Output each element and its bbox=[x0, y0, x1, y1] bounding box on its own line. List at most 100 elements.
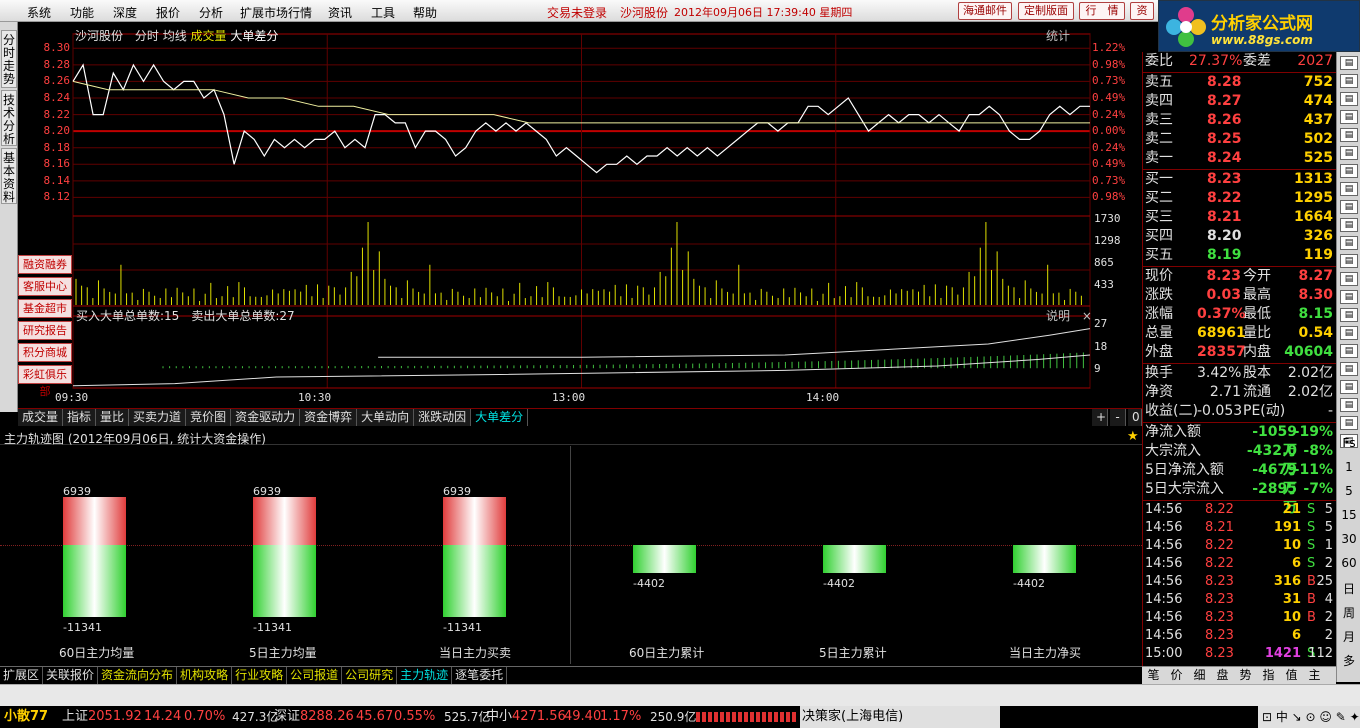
tab-company-news[interactable]: 公司报道 bbox=[287, 667, 343, 684]
tab-trend[interactable]: 势 bbox=[1234, 667, 1257, 684]
tab-rise-fall-cause[interactable]: 涨跌动因 bbox=[414, 409, 472, 426]
menu-tools[interactable]: 工具 bbox=[371, 4, 395, 21]
tab-tick[interactable]: 笔 bbox=[1142, 667, 1165, 684]
toolbar-chart-icon[interactable]: ▤ bbox=[1340, 164, 1358, 178]
star-icon[interactable]: ★ bbox=[1127, 429, 1139, 444]
period-button[interactable]: 月 bbox=[1337, 628, 1360, 645]
toolbar-chart-icon[interactable]: ▤ bbox=[1340, 74, 1358, 88]
period-button[interactable]: 1 bbox=[1337, 460, 1360, 474]
data-button[interactable]: 资 bbox=[1130, 2, 1154, 20]
buy-level[interactable]: 买五 8.19 119 bbox=[1145, 246, 1335, 265]
zoom-reset-button[interactable]: 0 bbox=[1128, 409, 1142, 426]
toolbar-chart-icon[interactable]: ▤ bbox=[1340, 344, 1358, 358]
period-button[interactable]: 周 bbox=[1337, 604, 1360, 621]
menu-system[interactable]: 系统 bbox=[27, 4, 51, 21]
menu-function[interactable]: 功能 bbox=[70, 4, 94, 21]
tab-big-order-trend[interactable]: 大单动向 bbox=[357, 409, 415, 426]
percent-tick: 0.49% bbox=[1092, 157, 1126, 171]
tab-related-quote[interactable]: 关联报价 bbox=[43, 667, 99, 684]
stat-button[interactable]: 统计 bbox=[1046, 27, 1070, 44]
toolbar-chart-icon[interactable]: ▤ bbox=[1340, 146, 1358, 160]
period-button[interactable]: 60 bbox=[1337, 556, 1360, 570]
intraday-chart[interactable] bbox=[18, 22, 1142, 408]
toolbar-chart-icon[interactable]: ▤ bbox=[1340, 218, 1358, 232]
toolbar-chart-icon[interactable]: ▤ bbox=[1340, 200, 1358, 214]
sell-level[interactable]: 卖三 8.26 437 bbox=[1145, 111, 1335, 130]
extension-tabs: 扩展区 关联报价 资金流向分布 机构攻略 行业攻略 公司报道 公司研究 主力轨迹 逐笔委托 bbox=[0, 666, 1142, 684]
tab-main-force[interactable]: 主力轨迹 bbox=[397, 667, 453, 684]
stat-value: 0.37% bbox=[1197, 306, 1246, 322]
tab-book[interactable]: 盘 bbox=[1211, 667, 1234, 684]
menu-quote[interactable]: 报价 bbox=[156, 4, 180, 21]
sell-level[interactable]: 卖四 8.27 474 bbox=[1145, 92, 1335, 111]
sell-level[interactable]: 卖一 8.24 525 bbox=[1145, 149, 1335, 168]
zoom-out-button[interactable]: - bbox=[1110, 409, 1126, 426]
tab-technical[interactable]: 技术分析 bbox=[1, 90, 17, 146]
zoom-in-button[interactable]: + bbox=[1092, 409, 1108, 426]
tab-price[interactable]: 价 bbox=[1165, 667, 1188, 684]
toolbar-chart-icon[interactable]: ▤ bbox=[1340, 110, 1358, 124]
tab-indicator[interactable]: 指标 bbox=[63, 409, 97, 426]
close-icon[interactable]: × bbox=[1082, 309, 1092, 323]
tab-fundamental[interactable]: 基本资料 bbox=[1, 148, 17, 204]
buy-level[interactable]: 买四 8.20 326 bbox=[1145, 227, 1335, 246]
menu-news[interactable]: 资讯 bbox=[328, 4, 352, 21]
tab-index[interactable]: 指 bbox=[1257, 667, 1280, 684]
toolbar-chart-icon[interactable]: ▤ bbox=[1340, 398, 1358, 412]
period-button[interactable]: 15 bbox=[1337, 508, 1360, 522]
toolbar-chart-icon[interactable]: ▤ bbox=[1340, 254, 1358, 268]
buy-level[interactable]: 买一 8.23 1313 bbox=[1145, 170, 1335, 189]
period-button[interactable]: 30 bbox=[1337, 532, 1360, 546]
tab-buy-sell-power[interactable]: 买卖力道 bbox=[129, 409, 187, 426]
quote-button[interactable]: 行 情 bbox=[1079, 2, 1125, 20]
toolbar-chart-icon[interactable]: ▤ bbox=[1340, 236, 1358, 250]
buy-level[interactable]: 买二 8.22 1295 bbox=[1145, 189, 1335, 208]
sell-level[interactable]: 卖二 8.25 502 bbox=[1145, 130, 1335, 149]
tab-tick-orders[interactable]: 逐笔委托 bbox=[452, 667, 508, 684]
user-name[interactable]: 小散77 bbox=[4, 706, 48, 728]
tab-detail[interactable]: 细 bbox=[1188, 667, 1211, 684]
menu-depth[interactable]: 深度 bbox=[113, 4, 137, 21]
tab-fund-drive[interactable]: 资金驱动力 bbox=[231, 409, 301, 426]
menu-analysis[interactable]: 分析 bbox=[199, 4, 223, 21]
buy-level[interactable]: 买三 8.21 1664 bbox=[1145, 208, 1335, 227]
indicator-note[interactable]: 说明 × bbox=[1046, 307, 1092, 324]
tab-intraday[interactable]: 分时走势 bbox=[1, 30, 17, 88]
tab-fund-game[interactable]: 资金博弈 bbox=[300, 409, 358, 426]
buy-level-name: 买三 bbox=[1145, 209, 1173, 225]
toolbar-chart-icon[interactable]: ▤ bbox=[1340, 182, 1358, 196]
tab-technical-label: 技术分析 bbox=[2, 93, 15, 146]
mail-button[interactable]: 海通邮件 bbox=[958, 2, 1012, 20]
period-button[interactable]: 多 bbox=[1337, 652, 1360, 669]
tab-big-order-diff[interactable]: 大单差分 bbox=[471, 409, 529, 426]
toolbar-chart-icon[interactable]: ▤ bbox=[1340, 380, 1358, 394]
menu-help[interactable]: 帮助 bbox=[413, 4, 437, 21]
toolbar-chart-icon[interactable]: ▤ bbox=[1340, 290, 1358, 304]
toolbar-chart-icon[interactable]: ▤ bbox=[1340, 308, 1358, 322]
tab-volume[interactable]: 成交量 bbox=[18, 409, 64, 426]
period-button[interactable]: Fs bbox=[1337, 436, 1360, 450]
tab-institution[interactable]: 机构攻略 bbox=[177, 667, 233, 684]
tab-extension[interactable]: 扩展区 bbox=[0, 667, 44, 684]
tab-main[interactable]: 主 bbox=[1303, 667, 1326, 684]
tab-industry[interactable]: 行业攻略 bbox=[232, 667, 288, 684]
toolbar-chart-icon[interactable]: ▤ bbox=[1340, 56, 1358, 70]
time-tick: 13:00 bbox=[552, 391, 586, 404]
toolbar-chart-icon[interactable]: ▤ bbox=[1340, 362, 1358, 376]
toolbar-chart-icon[interactable]: ▤ bbox=[1340, 272, 1358, 286]
tab-company-research[interactable]: 公司研究 bbox=[342, 667, 398, 684]
period-button[interactable]: 5 bbox=[1337, 484, 1360, 498]
toolbar-chart-icon[interactable]: ▤ bbox=[1340, 416, 1358, 430]
tab-value[interactable]: 值 bbox=[1280, 667, 1303, 684]
toolbar-chart-icon[interactable]: ▤ bbox=[1340, 326, 1358, 340]
layout-button[interactable]: 定制版面 bbox=[1018, 2, 1074, 20]
sell-level[interactable]: 卖五 8.28 752 bbox=[1145, 73, 1335, 92]
period-button[interactable]: 日 bbox=[1337, 580, 1360, 597]
sell-count-line bbox=[378, 328, 1091, 358]
toolbar-chart-icon[interactable]: ▤ bbox=[1340, 128, 1358, 142]
tab-volume-ratio[interactable]: 量比 bbox=[96, 409, 130, 426]
toolbar-chart-icon[interactable]: ▤ bbox=[1340, 92, 1358, 106]
tab-fund-flow[interactable]: 资金流向分布 bbox=[98, 667, 178, 684]
menu-extended-market[interactable]: 扩展市场行情 bbox=[240, 4, 312, 21]
tab-auction[interactable]: 竞价图 bbox=[186, 409, 232, 426]
